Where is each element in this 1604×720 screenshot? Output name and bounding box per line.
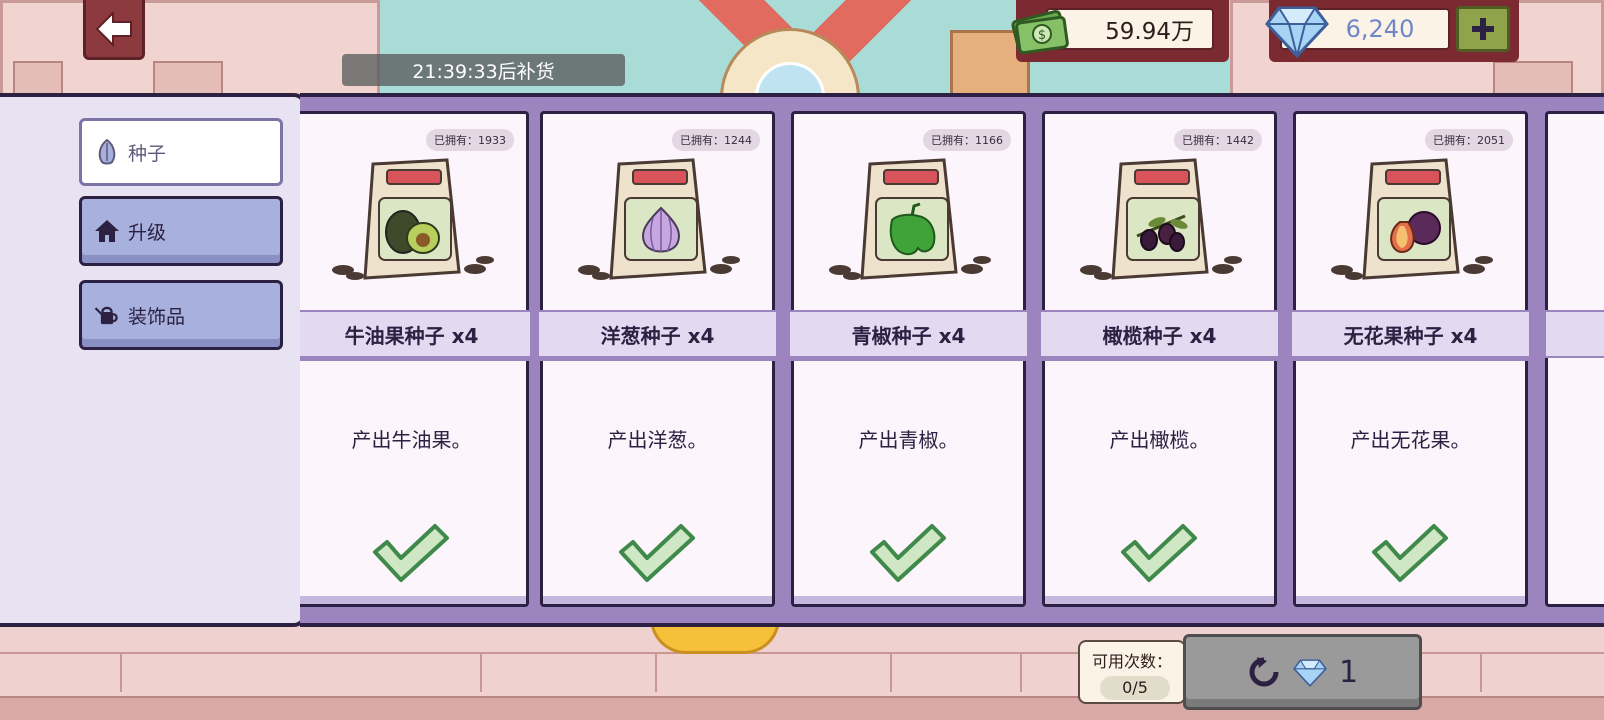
- card-shadow: [300, 596, 526, 604]
- card-description: 产出青椒。: [858, 428, 959, 452]
- card-title: 青椒种子 x4: [788, 310, 1029, 358]
- card-description: 产出洋葱。: [607, 428, 708, 452]
- seed-icon: [94, 139, 120, 165]
- tab-decorations[interactable]: 装饰品: [79, 280, 283, 350]
- shop-items-strip: 已拥有：1933 牛油果种子 x4 产出牛油果。 已拥有：1244 洋葱种子 x…: [300, 93, 1604, 627]
- green-pepper-seed-bag-icon: [829, 158, 991, 280]
- olive-seed-bag-icon: [1080, 158, 1242, 280]
- avocado-seed-bag-icon: [332, 158, 494, 280]
- tab-seeds[interactable]: 种子: [79, 118, 283, 186]
- owned-count-badge: 已拥有：2051: [1425, 129, 1513, 151]
- refresh-cost: 1: [1338, 654, 1359, 690]
- back-button[interactable]: [83, 0, 145, 60]
- card-title: 橄榄种子 x4: [1039, 310, 1280, 358]
- diamond-icon: [1265, 6, 1329, 58]
- svg-text:$: $: [1038, 28, 1046, 43]
- refresh-icon: [1249, 657, 1279, 687]
- back-arrow-icon: [95, 10, 132, 47]
- watering-can-icon: [94, 302, 120, 328]
- sidewalk-tile: [1480, 652, 1482, 692]
- card-shadow: [1045, 596, 1274, 604]
- diamond-icon: [1292, 659, 1327, 687]
- shop-card[interactable]: 已拥有：1166 青椒种子 x4 产出青椒。: [788, 111, 1029, 607]
- house-icon: [94, 218, 120, 244]
- card-description: 产出橄榄。: [1109, 428, 1210, 452]
- sidewalk-tile: [655, 652, 657, 692]
- owned-count-badge: 已拥有：1166: [923, 129, 1011, 151]
- cash-icon: $: [1011, 9, 1069, 55]
- uses-label: 可用次数：: [1091, 652, 1172, 671]
- uses-value: 0/5: [1100, 676, 1170, 700]
- checkmark-icon: [1372, 524, 1448, 582]
- onion-seed-bag-icon: [578, 158, 740, 280]
- background-building-left: [0, 0, 380, 101]
- card-shadow: [543, 596, 772, 604]
- card-description: 产出牛油果。: [351, 428, 472, 452]
- sidewalk-tile: [480, 652, 482, 692]
- shop-card[interactable]: 已拥有：1244 洋葱种子 x4 产出洋葱。: [537, 111, 778, 607]
- fig-seed-bag-icon: [1331, 158, 1493, 280]
- shop-card[interactable]: 已拥有：1933 牛油果种子 x4 产出牛油果。: [300, 111, 532, 607]
- plus-icon: [1472, 18, 1494, 40]
- card-description: 产出无花果。: [1350, 428, 1471, 452]
- restock-timer: 21:39:33后补货: [342, 54, 625, 86]
- add-gems-button[interactable]: [1456, 6, 1510, 52]
- shop-card[interactable]: 已拥有：2051 无花果种子 x4 产出无花果。: [1290, 111, 1531, 607]
- checkmark-icon: [373, 524, 449, 582]
- tab-upgrade[interactable]: 升级: [79, 196, 283, 266]
- owned-count-badge: 已拥有：1244: [672, 129, 760, 151]
- sidewalk-tile: [120, 652, 122, 692]
- checkmark-icon: [1121, 524, 1197, 582]
- card-title: 无花果种子 x4: [1290, 310, 1531, 358]
- tab-seeds-label: 种子: [128, 142, 167, 165]
- tab-decorations-label: 装饰品: [128, 305, 186, 328]
- card-title: 洋葱种子 x4: [537, 310, 778, 358]
- card-shadow: [794, 596, 1023, 604]
- cash-amount: 59.94万: [1046, 8, 1214, 50]
- owned-count-badge: 已拥有：1933: [426, 129, 514, 151]
- shop-card-partial[interactable]: [1544, 111, 1604, 607]
- refresh-shop-button[interactable]: 1: [1183, 634, 1422, 710]
- checkmark-icon: [870, 524, 946, 582]
- owned-count-badge: 已拥有：1442: [1174, 129, 1262, 151]
- card-shadow: [1296, 596, 1525, 604]
- sidewalk-tile: [1020, 652, 1022, 692]
- checkmark-icon: [619, 524, 695, 582]
- refresh-uses-panel: 可用次数： 0/5: [1078, 640, 1186, 704]
- sidewalk-tile: [890, 652, 892, 692]
- card-title-bar-partial: [1544, 310, 1604, 358]
- card-title: 牛油果种子 x4: [300, 310, 532, 358]
- shop-card[interactable]: 已拥有：1442 橄榄种子 x4 产出橄榄。: [1039, 111, 1280, 607]
- tab-upgrade-label: 升级: [128, 221, 167, 244]
